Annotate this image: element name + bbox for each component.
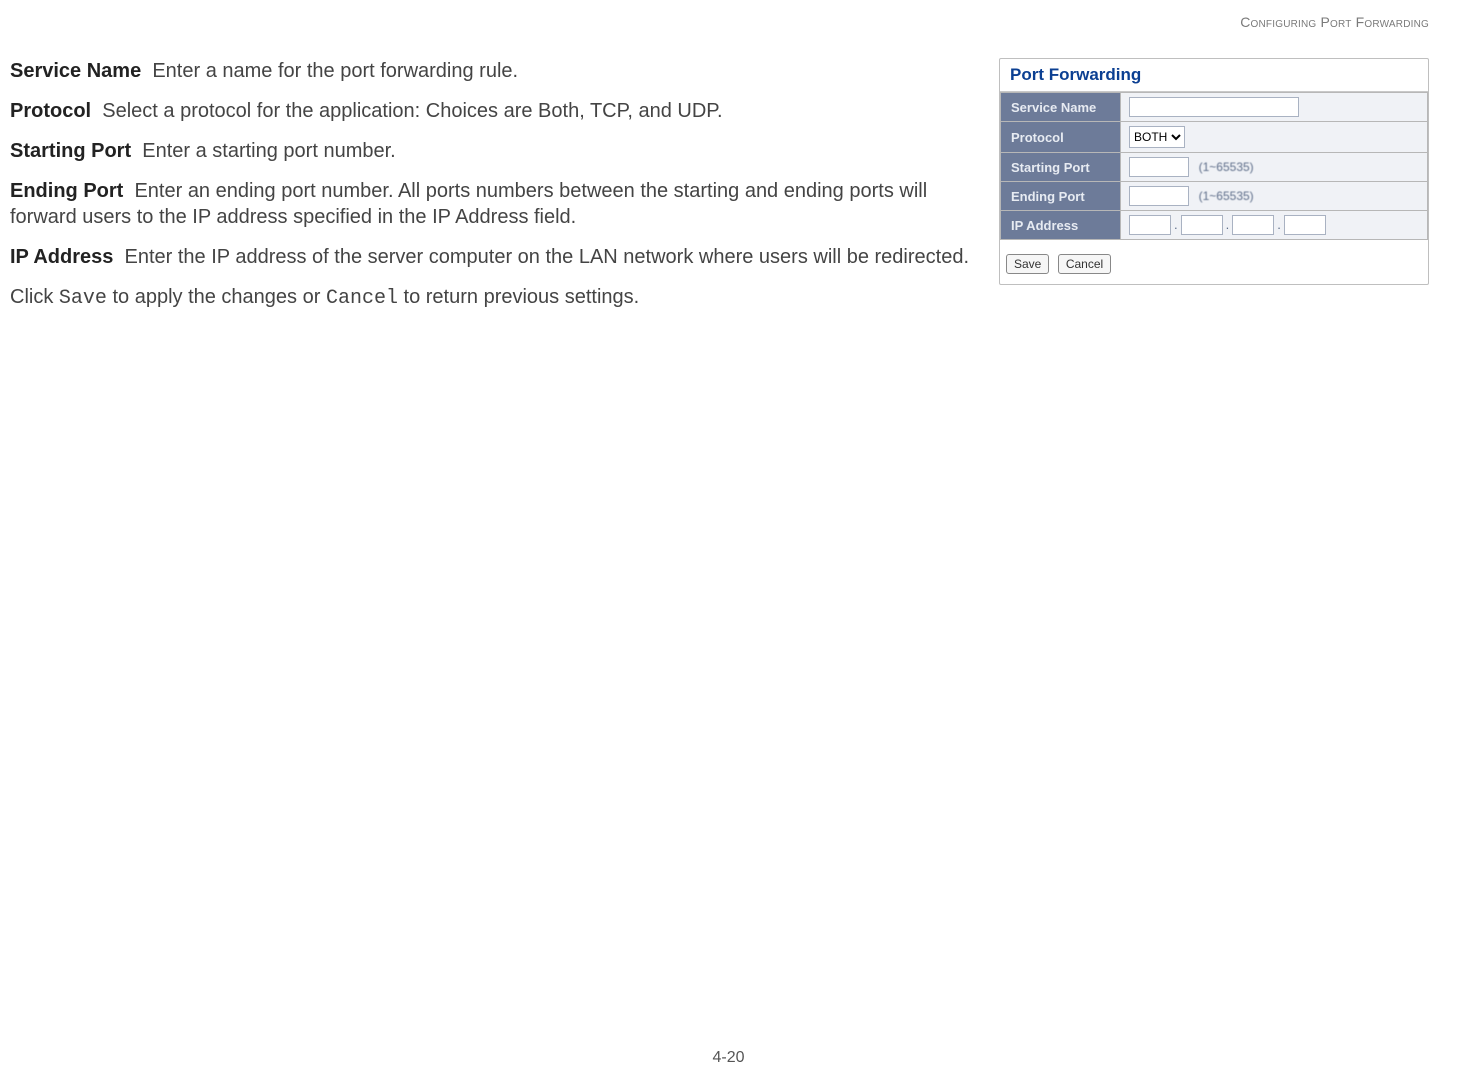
panel-title: Port Forwarding (1000, 59, 1428, 92)
form-table: Service Name Protocol BOTH (1000, 92, 1428, 240)
row-protocol: Protocol BOTH (1001, 122, 1428, 153)
label-ending-port: Ending Port (1001, 182, 1121, 211)
def-service-name: Service Name Enter a name for the port f… (10, 58, 979, 84)
save-button[interactable]: Save (1006, 254, 1049, 274)
page-number: 4-20 (0, 1049, 1457, 1067)
ip-dot-1: . (1171, 217, 1181, 232)
def-start-port-desc: Enter a starting port number. (142, 140, 395, 162)
section-header: Configuring Port Forwarding (1240, 14, 1429, 30)
description-column: Service Name Enter a name for the port f… (10, 58, 979, 326)
protocol-select[interactable]: BOTH (1129, 126, 1185, 148)
def-service-name-label: Service Name (10, 60, 141, 82)
ip-octet-4-input[interactable] (1284, 215, 1326, 235)
row-starting-port: Starting Port (1~65535) (1001, 153, 1428, 182)
closing-save: Save (59, 287, 107, 310)
def-end-port-label: Ending Port (10, 180, 123, 202)
def-ip-address-desc: Enter the IP address of the server compu… (125, 246, 970, 268)
def-ip-address: IP Address Enter the IP address of the s… (10, 244, 979, 270)
label-starting-port: Starting Port (1001, 153, 1121, 182)
def-protocol: Protocol Select a protocol for the appli… (10, 98, 979, 124)
ending-port-hint: (1~65535) (1199, 189, 1254, 203)
def-start-port-label: Starting Port (10, 140, 131, 162)
label-ip-address: IP Address (1001, 211, 1121, 240)
ip-octet-2-input[interactable] (1181, 215, 1223, 235)
closing-prefix: Click (10, 286, 59, 308)
closing-suffix: to return previous settings. (398, 286, 639, 308)
button-row: Save Cancel (1000, 240, 1428, 284)
def-protocol-label: Protocol (10, 100, 91, 122)
router-ui-screenshot: Port Forwarding Service Name Protocol BO… (999, 58, 1429, 285)
ip-dot-3: . (1274, 217, 1284, 232)
def-service-name-desc: Enter a name for the port forwarding rul… (152, 60, 518, 82)
ip-dot-2: . (1223, 217, 1233, 232)
def-end-port-desc: Enter an ending port number. All ports n… (10, 180, 927, 228)
starting-port-input[interactable] (1129, 157, 1189, 177)
def-protocol-desc: Select a protocol for the application: C… (102, 100, 722, 122)
def-end-port: Ending Port Enter an ending port number.… (10, 178, 979, 230)
label-service-name: Service Name (1001, 93, 1121, 122)
def-ip-address-label: IP Address (10, 246, 113, 268)
ip-octet-1-input[interactable] (1129, 215, 1171, 235)
closing-cancel: Cancel (326, 287, 398, 310)
closing-middle: to apply the changes or (107, 286, 326, 308)
ip-octet-3-input[interactable] (1232, 215, 1274, 235)
row-ending-port: Ending Port (1~65535) (1001, 182, 1428, 211)
row-service-name: Service Name (1001, 93, 1428, 122)
service-name-input[interactable] (1129, 97, 1299, 117)
ending-port-input[interactable] (1129, 186, 1189, 206)
closing-sentence: Click Save to apply the changes or Cance… (10, 284, 979, 312)
def-start-port: Starting Port Enter a starting port numb… (10, 138, 979, 164)
starting-port-hint: (1~65535) (1199, 160, 1254, 174)
label-protocol: Protocol (1001, 122, 1121, 153)
row-ip-address: IP Address ... (1001, 211, 1428, 240)
cancel-button[interactable]: Cancel (1058, 254, 1111, 274)
